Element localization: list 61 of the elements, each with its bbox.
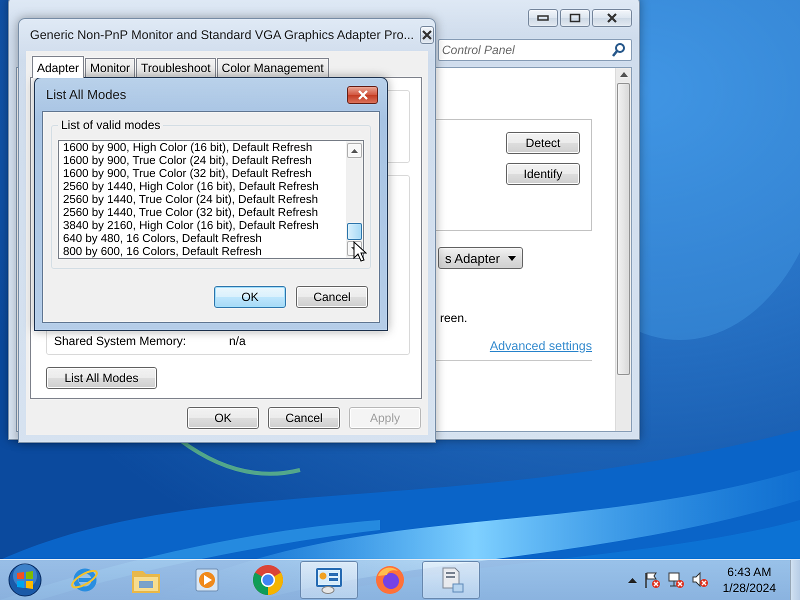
dialog-button[interactable]: Cancel — [296, 286, 368, 308]
close-icon — [421, 30, 434, 40]
mode-item[interactable]: 1600 by 900, True Color (32 bit), Default Refresh — [63, 168, 342, 181]
show-hidden-icons-button[interactable] — [628, 578, 637, 582]
dialog-button[interactable]: OK — [187, 407, 259, 429]
clock-time: 6:43 AM — [727, 564, 772, 580]
scrollbar[interactable] — [615, 68, 631, 431]
scroll-thumb[interactable] — [347, 223, 362, 240]
speaker-muted-icon[interactable] — [690, 571, 709, 589]
tab[interactable]: Color Management — [216, 58, 329, 77]
maximize-button[interactable] — [560, 9, 590, 27]
taskbar-button[interactable] — [422, 561, 480, 599]
chrome-icon — [252, 564, 284, 596]
control-panel-icon — [313, 565, 345, 595]
mode-item[interactable]: 1600 by 900, High Color (16 bit), Default Refresh — [63, 142, 342, 155]
description-text: reen. — [440, 311, 468, 325]
scroll-thumb[interactable] — [617, 83, 630, 375]
search-field[interactable]: Control Panel — [438, 39, 632, 61]
info-label: Shared System Memory: — [54, 334, 188, 348]
tab[interactable]: Troubleshoot — [136, 58, 216, 77]
mouse-cursor-icon — [353, 241, 367, 262]
taskbar-button[interactable] — [300, 561, 358, 599]
mode-item[interactable]: 800 by 600, 16 Colors, Default Refresh — [63, 246, 342, 259]
group-label: List of valid modes — [60, 118, 162, 132]
dialog-button[interactable]: OK — [214, 286, 286, 308]
close-button[interactable] — [347, 86, 378, 104]
maximize-icon — [569, 13, 581, 23]
tab[interactable]: Adapter — [32, 56, 84, 78]
mode-item[interactable]: 2560 by 1440, High Color (16 bit), Default Refresh — [63, 181, 342, 194]
window-title: List All Modes — [45, 87, 128, 102]
close-button[interactable] — [592, 9, 632, 27]
scrollbar[interactable] — [346, 141, 363, 258]
list-all-modes-button[interactable]: List All Modes — [46, 367, 157, 389]
dialog-button[interactable]: Cancel — [268, 407, 340, 429]
modes-list[interactable] — [58, 140, 364, 259]
caret-icon — [508, 256, 516, 260]
close-icon — [356, 90, 368, 100]
clock[interactable]: 6:43 AM 1/28/2024 — [722, 564, 776, 596]
info-value: n/a — [229, 334, 246, 348]
flag-warning-icon[interactable] — [642, 571, 661, 589]
display-button[interactable]: Detect — [506, 132, 580, 154]
display-button[interactable]: Identify — [506, 163, 580, 185]
mode-item[interactable]: 640 by 480, 16 Colors, Default Refresh — [63, 233, 342, 246]
mode-item[interactable]: 1600 by 900, True Color (24 bit), Default Refresh — [63, 155, 342, 168]
minimize-button[interactable] — [528, 9, 558, 27]
media-player-icon — [193, 566, 221, 594]
close-icon — [606, 13, 618, 23]
display-dropdown[interactable]: s Adapter — [438, 247, 523, 269]
search-icon — [612, 43, 625, 57]
mode-item[interactable]: 2560 by 1440, True Color (24 bit), Default Refresh — [63, 194, 342, 207]
clock-date: 1/28/2024 — [722, 580, 776, 596]
close-button[interactable] — [420, 26, 434, 44]
minimize-icon — [537, 15, 549, 21]
firefox-icon — [374, 564, 406, 596]
network-error-icon[interactable] — [666, 571, 685, 589]
mode-item[interactable]: 3840 by 2160, High Color (16 bit), Default Refresh — [63, 220, 342, 233]
scroll-up-icon — [620, 72, 628, 77]
scroll-up-icon — [351, 148, 358, 152]
mode-item[interactable]: 2560 by 1440, True Color (32 bit), Default Refresh — [63, 207, 342, 220]
window-title: Generic Non-PnP Monitor and Standard VGA Graphics Adapter Pro... — [29, 28, 414, 42]
tab[interactable]: Monitor — [85, 58, 136, 77]
